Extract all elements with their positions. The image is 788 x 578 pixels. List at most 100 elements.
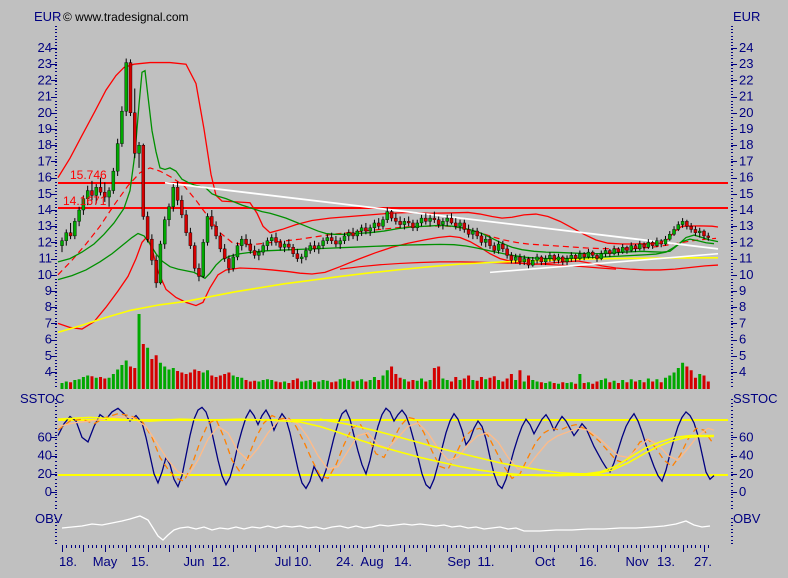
price-axis-minor-tick-left — [55, 175, 57, 176]
date-axis-minor-tick — [109, 545, 110, 548]
date-axis-minor-tick — [580, 545, 581, 548]
price-axis-minor-tick-left — [55, 386, 57, 387]
volume-bar — [150, 359, 153, 389]
date-axis-minor-tick — [267, 545, 268, 548]
candle-up — [116, 144, 119, 172]
date-axis-minor-tick — [289, 545, 290, 548]
stoch-axis-minor-tick-left — [55, 457, 57, 458]
candle-up — [168, 207, 171, 220]
stoch-axis-minor-tick-right — [731, 483, 733, 484]
stoch-axis-label-left: 40 — [38, 448, 52, 463]
candle-down — [467, 229, 470, 234]
stoch-axis-minor-tick-left — [55, 417, 57, 418]
price-axis-label-right: 16 — [739, 170, 753, 185]
stoch-axis-minor-tick-right — [731, 479, 733, 480]
candle-up — [416, 223, 419, 228]
price-axis-minor-tick-left — [55, 159, 57, 160]
candle-up — [566, 259, 569, 262]
date-axis-minor-tick — [623, 545, 624, 548]
price-axis-label-right: 12 — [739, 234, 753, 249]
stoch-axis-label-right: 60 — [739, 429, 753, 444]
date-axis-minor-tick — [208, 545, 209, 548]
price-axis-minor-tick-left — [55, 350, 57, 351]
price-axis-minor-tick-right — [731, 272, 733, 273]
stoch-axis-minor-tick-right — [731, 494, 733, 495]
price-axis-major-tick-right — [731, 323, 737, 324]
price-axis-minor-tick-right — [731, 36, 733, 37]
price-axis-minor-tick-right — [731, 376, 733, 377]
volume-bar — [120, 365, 123, 389]
candle-up — [459, 223, 462, 226]
volume-bar — [677, 368, 680, 389]
date-axis-minor-tick — [379, 545, 380, 548]
price-axis-minor-tick-right — [731, 42, 733, 43]
date-axis-major-tick — [404, 545, 405, 552]
date-axis-minor-tick — [400, 545, 401, 548]
volume-bar — [133, 368, 136, 389]
price-axis-minor-tick-right — [731, 143, 733, 144]
stoch-axis-minor-tick-right — [731, 505, 733, 506]
date-axis-label: 11. — [477, 554, 494, 569]
price-axis-minor-tick-left — [55, 36, 57, 37]
price-axis-minor-tick-left — [55, 172, 57, 173]
price-level-label-141671: 14.1671 — [63, 194, 106, 208]
stoch-axis-minor-tick-right — [731, 435, 733, 436]
price-axis-minor-tick-left — [55, 110, 57, 111]
volume-bar — [90, 376, 93, 389]
volume-bar — [617, 383, 620, 389]
candle-up — [125, 63, 128, 112]
obv-axis-minor-tick-right — [731, 543, 733, 544]
date-axis-minor-tick — [567, 545, 568, 548]
date-axis-minor-tick — [439, 545, 440, 548]
date-axis-label: 18. — [59, 554, 77, 569]
price-axis-minor-tick-right — [731, 353, 733, 354]
date-axis-minor-tick — [246, 545, 247, 548]
volume-bar — [655, 379, 658, 389]
stoch-axis-minor-tick-right — [731, 475, 733, 476]
obv-axis-minor-tick-left — [55, 532, 57, 533]
volume-bar — [373, 377, 376, 389]
price-axis-minor-tick-right — [731, 78, 733, 79]
price-axis-label-right: 14 — [739, 202, 753, 217]
date-axis-minor-tick — [708, 545, 709, 548]
date-axis-label: 27. — [694, 554, 712, 569]
candle-up — [65, 233, 68, 241]
price-axis-minor-tick-right — [731, 227, 733, 228]
date-axis-minor-tick — [558, 545, 559, 548]
price-axis-label-left: 7 — [45, 315, 52, 330]
stoch-axis-minor-tick-right — [731, 472, 733, 473]
candle-down — [411, 223, 414, 228]
date-axis-major-tick — [533, 545, 534, 552]
price-axis-minor-tick-left — [55, 146, 57, 147]
date-axis-major-tick — [212, 545, 213, 552]
stoch-axis-minor-tick-right — [731, 450, 733, 451]
date-axis-minor-tick — [220, 545, 221, 548]
price-axis-minor-tick-right — [731, 123, 733, 124]
currency-label-left: EUR — [34, 9, 61, 24]
date-axis-minor-tick — [203, 545, 204, 548]
price-axis-minor-tick-right — [731, 94, 733, 95]
price-axis-label-left: 6 — [45, 332, 52, 347]
candle-down — [437, 220, 440, 225]
date-axis-label: 24. — [336, 554, 354, 569]
price-axis-minor-tick-right — [731, 331, 733, 332]
volume-bar — [446, 380, 449, 389]
price-axis-minor-tick-right — [731, 58, 733, 59]
stoch-axis-minor-tick-right — [731, 468, 733, 469]
candle-down — [480, 236, 483, 242]
price-axis-minor-tick-right — [731, 49, 733, 50]
volume-bar — [403, 379, 406, 389]
price-axis-minor-tick-left — [55, 75, 57, 76]
date-axis-minor-tick — [88, 545, 89, 548]
price-axis-major-tick-right — [731, 356, 737, 357]
date-axis-minor-tick — [259, 545, 260, 548]
volume-bar — [454, 377, 457, 389]
date-axis-minor-tick — [409, 545, 410, 548]
date-axis-minor-tick — [344, 545, 345, 548]
candle-down — [399, 221, 402, 224]
date-axis-minor-tick — [396, 545, 397, 548]
stoch-axis-minor-tick-right — [731, 461, 733, 462]
candle-up — [283, 244, 286, 247]
date-axis-minor-tick — [195, 545, 196, 548]
price-axis-minor-tick-right — [731, 318, 733, 319]
